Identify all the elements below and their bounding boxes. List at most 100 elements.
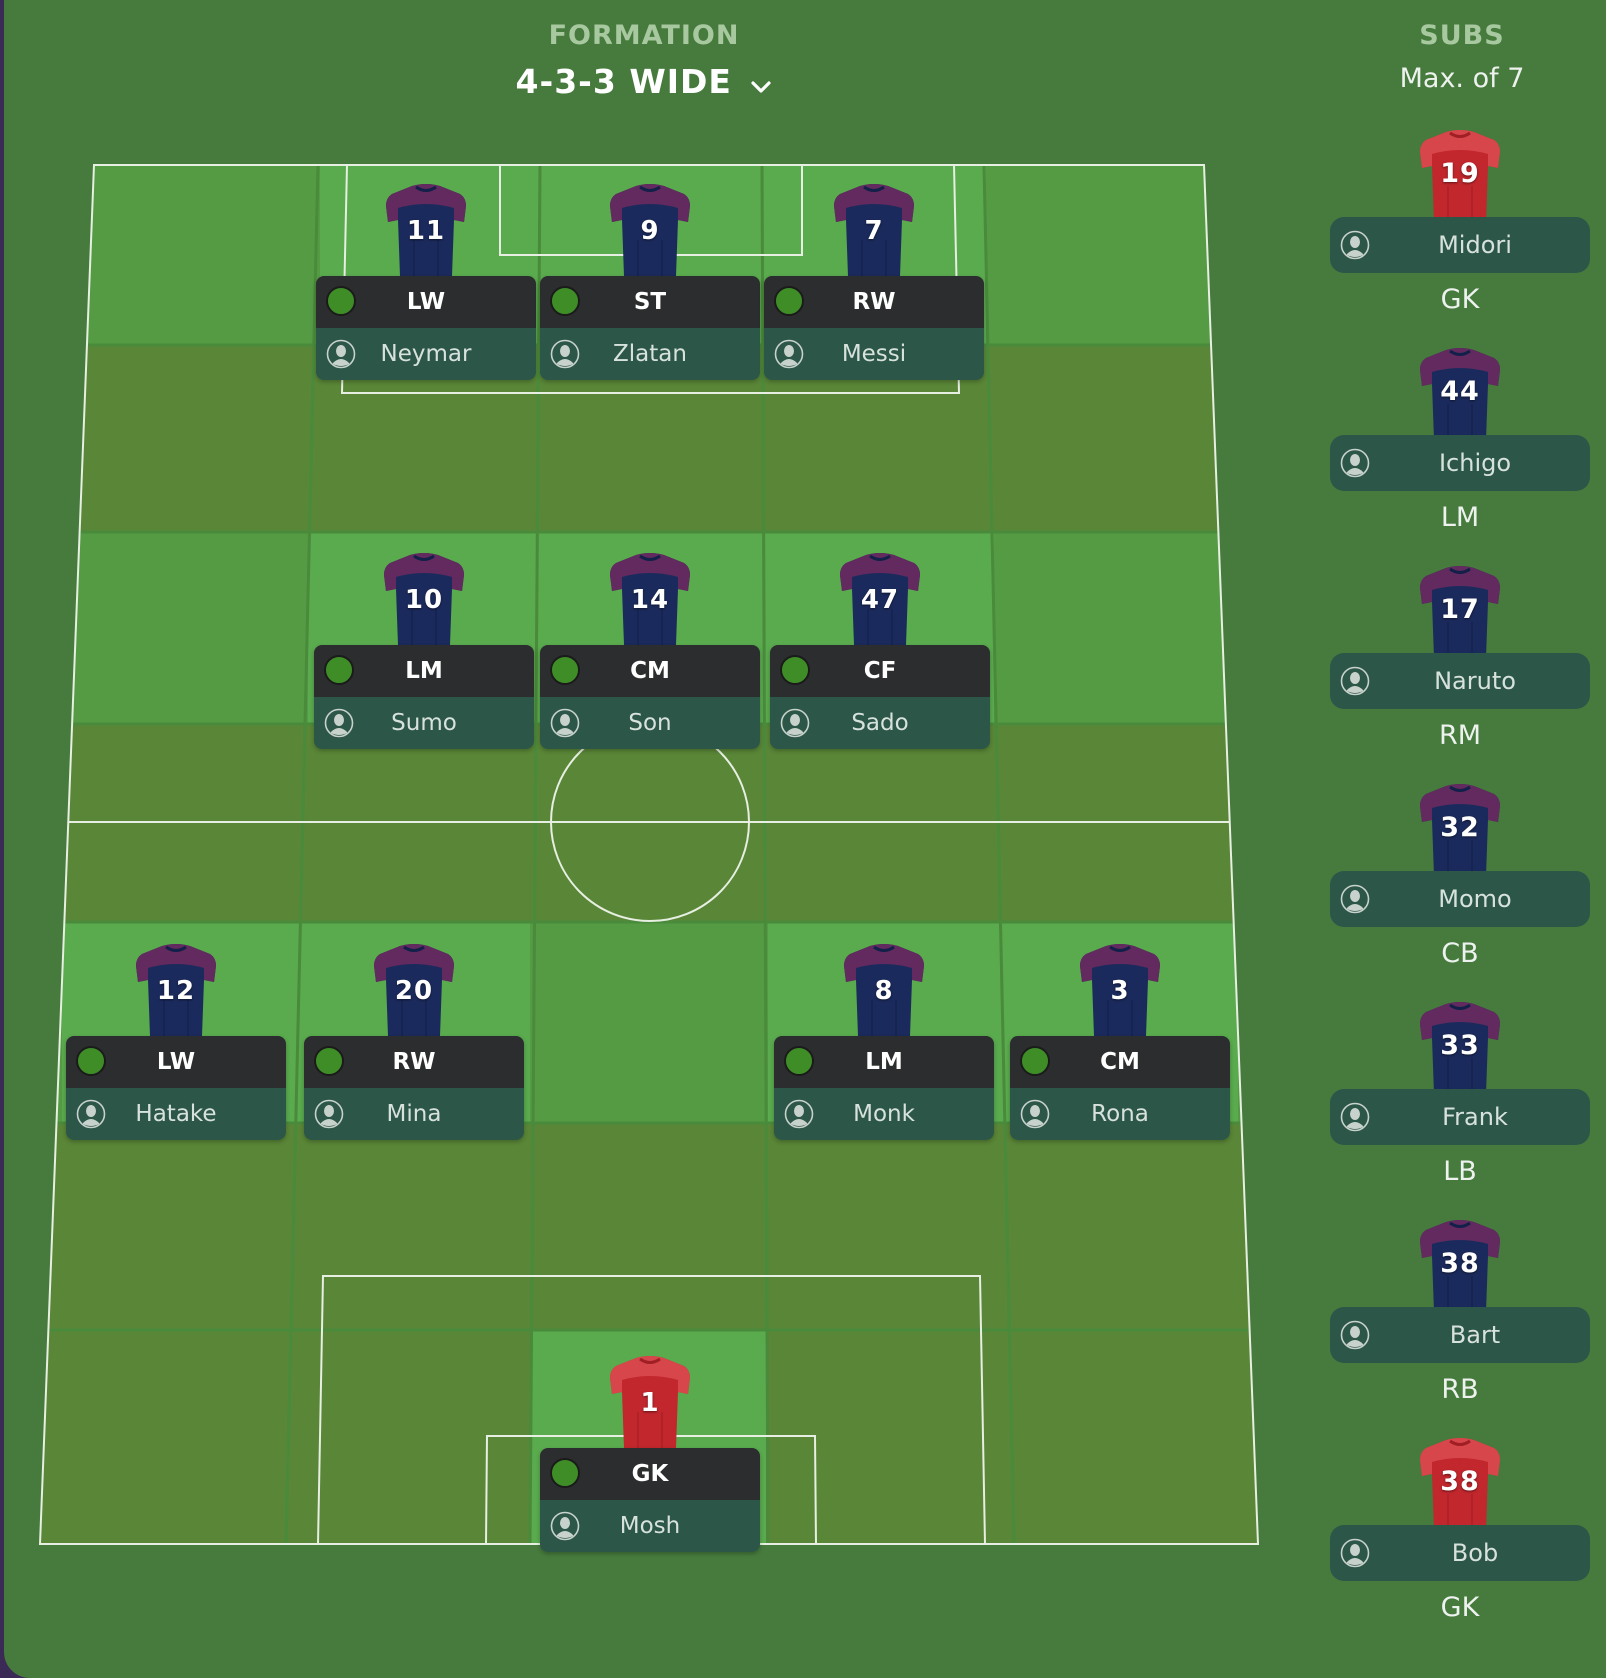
sub-position: GK: [1440, 1592, 1480, 1623]
player-name: Zlatan: [613, 341, 687, 367]
name-row: Messi: [764, 328, 984, 380]
player-name: Sumo: [391, 710, 457, 736]
sub-player-bar[interactable]: Naruto: [1330, 653, 1590, 709]
subs-heading: SUBS: [1419, 20, 1505, 51]
sub-position: RB: [1441, 1374, 1479, 1405]
sub-item[interactable]: 33 Frank LB: [1330, 998, 1590, 1208]
player-name: Neymar: [380, 341, 472, 367]
shirt-number: 3: [1110, 976, 1130, 1006]
player-name: Momo: [1438, 885, 1512, 913]
player-name: Mosh: [619, 1513, 681, 1539]
name-row: Zlatan: [540, 328, 760, 380]
player-card[interactable]: CM Rona: [1010, 1036, 1230, 1140]
player-name: Naruto: [1434, 667, 1516, 695]
player-card[interactable]: LM Monk: [774, 1036, 994, 1140]
shirt-number: 19: [1440, 158, 1480, 189]
player-name: Bob: [1451, 1539, 1499, 1567]
sub-position: CB: [1441, 938, 1479, 969]
player-name: Rona: [1091, 1101, 1149, 1127]
position-label: ST: [633, 289, 667, 315]
shirt-number: 1: [640, 1388, 660, 1418]
player-name: Midori: [1438, 231, 1512, 259]
position-label: CF: [863, 658, 897, 684]
sub-item[interactable]: 38 Bob GK: [1330, 1434, 1590, 1644]
position-row: CM: [540, 645, 760, 697]
sub-player-bar[interactable]: Frank: [1330, 1089, 1590, 1145]
position-row: LW: [316, 276, 536, 328]
shirt-number: 38: [1440, 1248, 1480, 1279]
player-name: Mina: [386, 1101, 442, 1127]
name-row: Sado: [770, 697, 990, 749]
formation-dropdown[interactable]: 4-3-3 WIDE: [444, 62, 844, 103]
name-row: Son: [540, 697, 760, 749]
name-row: Neymar: [316, 328, 536, 380]
sub-player-bar[interactable]: Momo: [1330, 871, 1590, 927]
sub-player-bar[interactable]: Bob: [1330, 1525, 1590, 1581]
chevron-down-icon: [750, 64, 772, 103]
sub-position: RM: [1438, 720, 1482, 751]
player-name: Son: [628, 710, 672, 736]
name-row: Monk: [774, 1088, 994, 1140]
shirt-number: 14: [630, 585, 670, 615]
shirt-number: 32: [1440, 812, 1480, 843]
sub-item[interactable]: 17 Naruto RM: [1330, 562, 1590, 772]
player-name: Ichigo: [1438, 449, 1512, 477]
formation-heading: FORMATION: [548, 20, 740, 51]
sub-position: LB: [1443, 1156, 1477, 1187]
player-name: Monk: [853, 1101, 915, 1127]
player-card[interactable]: CM Son: [540, 645, 760, 749]
formation-value: 4-3-3 WIDE: [515, 62, 732, 101]
position-label: LW: [406, 289, 446, 315]
player-name: Hatake: [135, 1101, 217, 1127]
position-label: CM: [1100, 1049, 1140, 1075]
sub-item[interactable]: 19 Midori GK: [1330, 126, 1590, 336]
position-label: CM: [630, 658, 670, 684]
shirt-number: 44: [1440, 376, 1480, 407]
sub-position: GK: [1440, 284, 1480, 315]
position-label: LM: [865, 1049, 903, 1075]
sub-item[interactable]: 44 Ichigo LM: [1330, 344, 1590, 554]
position-label: GK: [631, 1461, 669, 1487]
position-row: CM: [1010, 1036, 1230, 1088]
player-name: Bart: [1449, 1321, 1501, 1349]
position-row: LW: [66, 1036, 286, 1088]
player-card[interactable]: ST Zlatan: [540, 276, 760, 380]
position-label: LM: [405, 658, 443, 684]
player-name: Frank: [1442, 1103, 1508, 1131]
shirt-number: 11: [406, 216, 446, 246]
position-label: LW: [156, 1049, 196, 1075]
sub-item[interactable]: 32 Momo CB: [1330, 780, 1590, 990]
player-card[interactable]: LW Neymar: [316, 276, 536, 380]
player-name: Sado: [851, 710, 909, 736]
position-label: RW: [852, 289, 896, 315]
shirt-number: 12: [156, 976, 196, 1006]
name-row: Mina: [304, 1088, 524, 1140]
subs-limit: Max. of 7: [1399, 63, 1525, 94]
player-card[interactable]: CF Sado: [770, 645, 990, 749]
subs-header: SUBS Max. of 7: [1362, 20, 1562, 94]
player-card[interactable]: RW Mina: [304, 1036, 524, 1140]
shirt-number: 38: [1440, 1466, 1480, 1497]
sub-item[interactable]: 38 Bart RB: [1330, 1216, 1590, 1426]
name-row: Sumo: [314, 697, 534, 749]
position-row: LM: [314, 645, 534, 697]
shirt-number: 17: [1440, 594, 1480, 625]
name-row: Rona: [1010, 1088, 1230, 1140]
player-card[interactable]: RW Messi: [764, 276, 984, 380]
sub-player-bar[interactable]: Midori: [1330, 217, 1590, 273]
shirt-number: 33: [1440, 1030, 1480, 1061]
player-card[interactable]: LM Sumo: [314, 645, 534, 749]
sub-player-bar[interactable]: Ichigo: [1330, 435, 1590, 491]
player-card[interactable]: GK Mosh: [540, 1448, 760, 1552]
shirt-number: 9: [640, 216, 660, 246]
shirt-number: 47: [860, 585, 900, 615]
position-row: RW: [304, 1036, 524, 1088]
sub-player-bar[interactable]: Bart: [1330, 1307, 1590, 1363]
position-row: GK: [540, 1448, 760, 1500]
shirt-number: 8: [874, 976, 894, 1006]
player-name: Messi: [841, 341, 907, 367]
name-row: Hatake: [66, 1088, 286, 1140]
player-card[interactable]: LW Hatake: [66, 1036, 286, 1140]
squad-formation-screen: FORMATION 4-3-3 WIDE SUBS Max. of 7 11 L…: [4, 0, 1606, 1678]
shirt-number: 10: [404, 585, 444, 615]
